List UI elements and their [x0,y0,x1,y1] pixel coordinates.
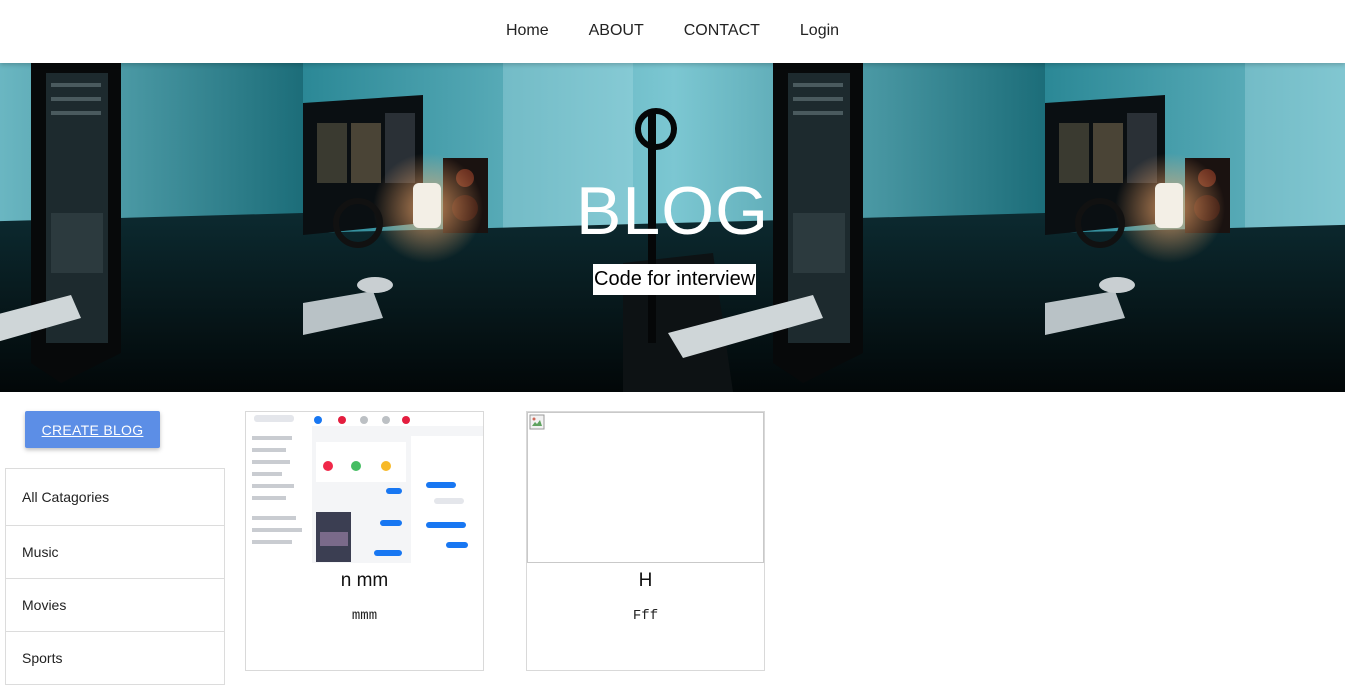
category-list: All Catagories Music Movies Sports [5,468,225,685]
category-item-sports[interactable]: Sports [6,632,224,685]
nav-home-link[interactable]: Home [506,22,549,42]
post-thumbnail[interactable] [527,412,764,563]
post-card[interactable]: H Fff [526,411,765,671]
hero-banner: BLOG Code for interview [0,63,1345,392]
post-description: mmm [351,608,378,624]
hero-title: BLOG [576,173,769,249]
nav-links: Home ABOUT CONTACT Login [0,0,1345,63]
post-title: H [638,570,653,591]
hero-subtitle: Code for interview [593,264,757,295]
post-description: Fff [632,608,659,624]
nav-contact-link[interactable]: CONTACT [684,22,760,42]
nav-login-link[interactable]: Login [800,22,839,42]
post-title: n mm [340,570,389,591]
create-blog-button[interactable]: CREATE BLOG [25,411,160,448]
category-item-music[interactable]: Music [6,526,224,579]
messenger-screenshot-image [246,412,483,563]
category-item-all[interactable]: All Catagories [6,469,224,526]
broken-image-icon [529,414,545,430]
post-thumbnail[interactable] [246,412,483,563]
nav-about-link[interactable]: ABOUT [589,22,644,42]
top-navbar: Home ABOUT CONTACT Login [0,0,1345,63]
post-card[interactable]: n mm mmm [245,411,484,671]
category-item-movies[interactable]: Movies [6,579,224,632]
